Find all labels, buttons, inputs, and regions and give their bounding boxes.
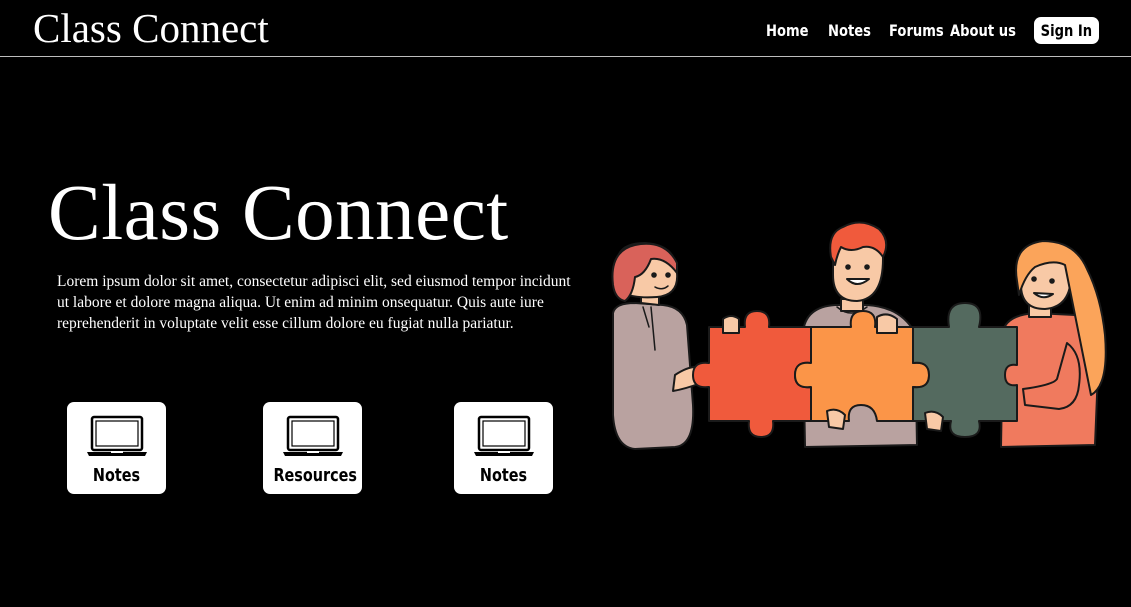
nav-notes-link[interactable]: Notes bbox=[828, 17, 871, 45]
top-navbar: Class Connect Home Notes Forums About us… bbox=[0, 0, 1131, 57]
orange-puzzle-piece bbox=[794, 310, 930, 422]
notes-card[interactable]: Notes bbox=[67, 402, 166, 494]
hero-title: Class Connect bbox=[48, 170, 509, 257]
laptop-icon bbox=[282, 415, 343, 456]
nav-forums-link[interactable]: Forums bbox=[889, 17, 944, 45]
card-label: Notes bbox=[479, 465, 528, 486]
red-puzzle-piece bbox=[692, 310, 812, 438]
notes-card-secondary[interactable]: Notes bbox=[454, 402, 553, 494]
sign-in-label: Sign In bbox=[1040, 21, 1093, 40]
card-label: Notes bbox=[92, 465, 141, 486]
left-person bbox=[611, 242, 704, 450]
nav-home-link[interactable]: Home bbox=[766, 17, 809, 45]
laptop-icon bbox=[86, 415, 147, 456]
site-logo[interactable]: Class Connect bbox=[33, 6, 269, 50]
sign-in-button[interactable]: Sign In bbox=[1034, 17, 1099, 44]
nav-about-link[interactable]: About us bbox=[950, 17, 1016, 45]
hero-description: Lorem ipsum dolor sit amet, consectetur … bbox=[57, 273, 571, 332]
card-label: Resources bbox=[273, 465, 357, 486]
resources-card[interactable]: Resources bbox=[263, 402, 362, 494]
laptop-icon bbox=[473, 415, 534, 456]
team-puzzle-illustration bbox=[611, 221, 1107, 450]
